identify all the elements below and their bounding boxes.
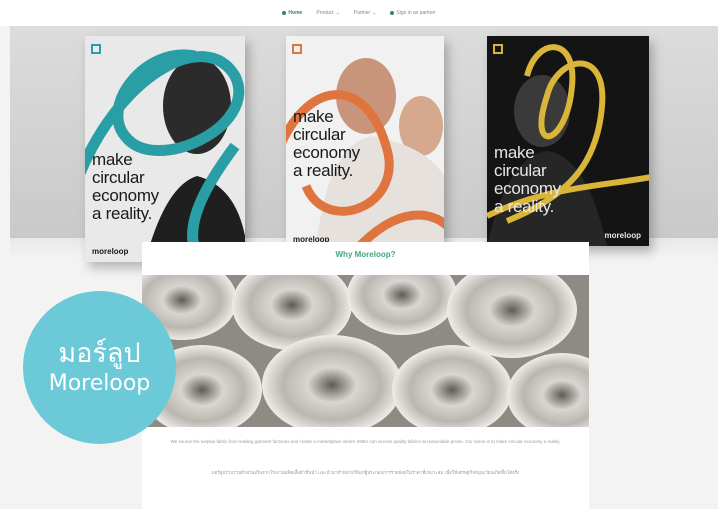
nav-item-partner[interactable]: Partner ⌄ (354, 10, 377, 16)
home-icon (282, 11, 287, 15)
moreloop-badge: มอร์ลูป Moreloop (23, 291, 176, 444)
description-thai: มอร์ลูปรวบรวมผ้าส่วนเกินจากโรงงานผลิตเสื… (211, 471, 520, 476)
poster-headline: make circular economy a reality. (92, 150, 159, 223)
badge-english-label: Moreloop (48, 370, 151, 396)
poster-image: make circular economy a reality. moreloo… (286, 36, 444, 250)
section-title: Why Moreloop? (335, 250, 396, 259)
nav-item-home-label: Home (288, 10, 303, 16)
moreloop-logo-icon (91, 44, 101, 54)
chevron-down-icon: ⌄ (372, 10, 377, 16)
nav-item-product[interactable]: Product ⌄ (316, 10, 339, 16)
poster-brand: moreloop (92, 247, 129, 256)
moreloop-logo-icon (493, 44, 503, 54)
fabric-rolls-image (142, 275, 589, 427)
moreloop-logo-icon (292, 44, 302, 54)
poster-figure-illustration (85, 49, 245, 262)
nav-item-partner-label: Partner (353, 10, 371, 16)
user-icon (390, 11, 395, 15)
why-moreloop-card: Why Moreloop? We source the surplus fabr… (142, 242, 589, 509)
nav-item-home[interactable]: Home (282, 10, 302, 16)
chevron-down-icon: ⌄ (335, 10, 340, 16)
poster-image: make circular economy a reality. moreloo… (487, 36, 649, 246)
poster-brand: moreloop (604, 231, 641, 240)
poster-headline: make circular economy a reality. (494, 143, 561, 216)
poster-image: make circular economy a reality. moreloo… (85, 36, 245, 262)
description-english: We source the surplus fabric from leadin… (170, 439, 561, 444)
poster-headline: make circular economy a reality. (293, 107, 360, 180)
nav-item-signin-label: Sign in as partner (396, 10, 436, 16)
nav-item-product-label: Product (316, 10, 334, 16)
badge-thai-label: มอร์ลูป (58, 337, 141, 369)
top-nav: Home Product ⌄ Partner ⌄ Sign in as part… (0, 0, 718, 26)
nav-item-signin[interactable]: Sign in as partner (390, 10, 436, 16)
